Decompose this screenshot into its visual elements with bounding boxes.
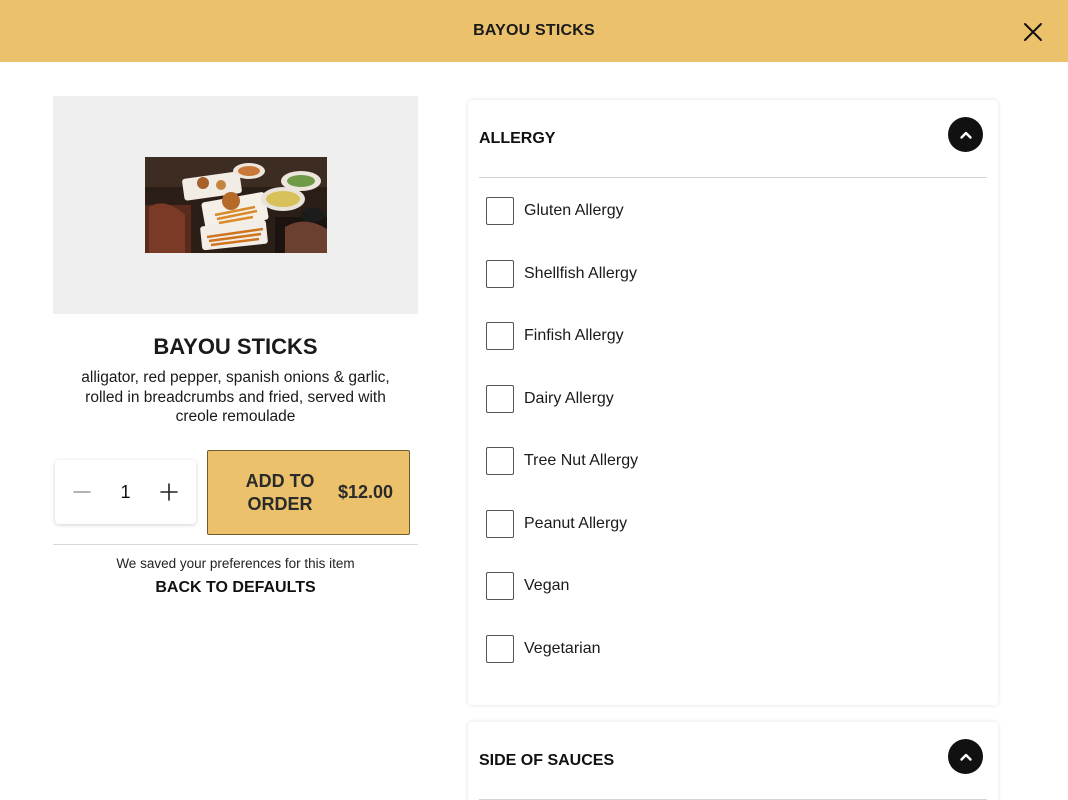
- section-divider: [479, 177, 987, 178]
- sauces-section: SIDE OF SAUCES: [468, 722, 998, 800]
- quantity-stepper: 1: [55, 460, 196, 524]
- add-to-order-label: ADD TO ORDER: [245, 470, 315, 514]
- item-details: BAYOU STICKS alligator, red pepper, span…: [53, 96, 418, 596]
- collapse-sauces-button[interactable]: [948, 739, 983, 774]
- option-label: Peanut Allergy: [524, 515, 628, 532]
- option-label: Shellfish Allergy: [524, 265, 637, 282]
- close-button[interactable]: [1018, 17, 1048, 47]
- item-price: $12.00: [337, 482, 393, 502]
- increase-quantity-button[interactable]: [158, 481, 180, 503]
- collapse-allergy-button[interactable]: [948, 117, 983, 152]
- allergy-section: ALLERGY Gluten Allergy Shellfish Allergy…: [468, 100, 998, 705]
- order-controls: 1 ADD TO ORDER $12.00: [53, 450, 418, 536]
- checkbox[interactable]: [486, 197, 514, 225]
- option-gluten-allergy[interactable]: Gluten Allergy: [486, 197, 624, 225]
- item-description: alligator, red pepper, spanish onions & …: [81, 369, 390, 425]
- divider: [53, 544, 418, 545]
- minus-icon: [73, 491, 91, 493]
- option-dairy-allergy[interactable]: Dairy Allergy: [486, 385, 614, 413]
- sauces-section-header: SIDE OF SAUCES: [468, 722, 998, 799]
- header-bar: BAYOU STICKS: [0, 0, 1068, 62]
- option-label: Vegan: [524, 577, 570, 594]
- allergy-section-title: ALLERGY: [479, 129, 556, 147]
- quantity-value: 1: [120, 481, 131, 502]
- plus-icon: [160, 483, 178, 501]
- checkbox[interactable]: [486, 322, 514, 350]
- option-label: Finfish Allergy: [524, 327, 624, 344]
- option-label: Tree Nut Allergy: [524, 452, 639, 469]
- item-title: BAYOU STICKS: [153, 334, 318, 359]
- food-photo: [144, 157, 327, 253]
- checkbox[interactable]: [486, 510, 514, 538]
- option-finfish-allergy[interactable]: Finfish Allergy: [486, 322, 624, 350]
- add-to-order-button[interactable]: ADD TO ORDER $12.00: [207, 450, 410, 535]
- checkbox[interactable]: [486, 447, 514, 475]
- option-peanut-allergy[interactable]: Peanut Allergy: [486, 510, 627, 538]
- sauces-section-title: SIDE OF SAUCES: [479, 751, 615, 769]
- checkbox[interactable]: [486, 385, 514, 413]
- close-icon: [1024, 23, 1042, 41]
- checkbox[interactable]: [486, 260, 514, 288]
- checkbox[interactable]: [486, 572, 514, 600]
- option-label: Gluten Allergy: [524, 202, 624, 219]
- option-vegan[interactable]: Vegan: [486, 572, 569, 600]
- back-to-defaults-button[interactable]: BACK TO DEFAULTS: [53, 579, 418, 597]
- decrease-quantity-button[interactable]: [71, 481, 93, 503]
- option-label: Dairy Allergy: [524, 390, 614, 407]
- option-label: Vegetarian: [524, 640, 601, 657]
- header-title: BAYOU STICKS: [473, 22, 595, 39]
- checkbox[interactable]: [486, 635, 514, 663]
- item-image-area: [53, 96, 418, 314]
- chevron-up-icon: [959, 753, 972, 761]
- option-vegetarian[interactable]: Vegetarian: [486, 635, 601, 663]
- saved-preferences-note: We saved your preferences for this item: [116, 556, 355, 571]
- option-shellfish-allergy[interactable]: Shellfish Allergy: [486, 260, 637, 288]
- chevron-up-icon: [959, 131, 972, 139]
- option-tree-nut-allergy[interactable]: Tree Nut Allergy: [486, 447, 638, 475]
- allergy-section-header: ALLERGY: [468, 100, 998, 177]
